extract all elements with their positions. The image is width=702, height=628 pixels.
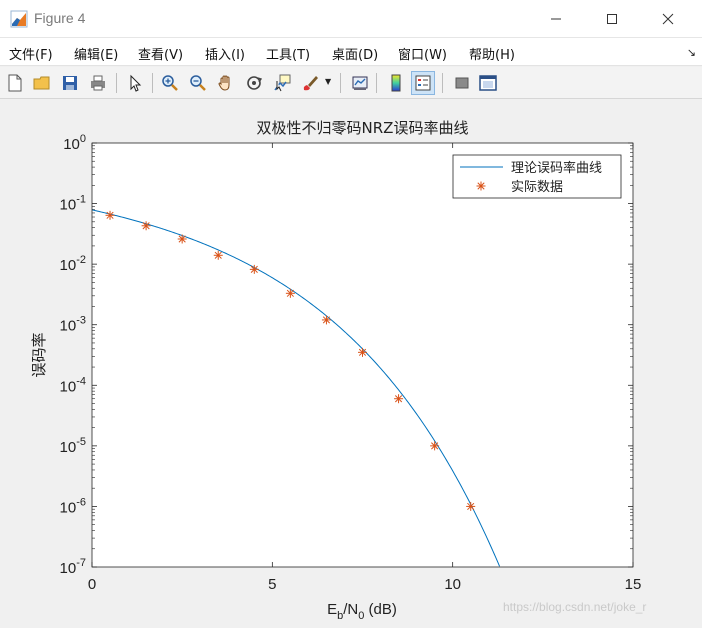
- dock-arrow-icon[interactable]: ↘: [687, 46, 696, 59]
- legend-icon: [415, 75, 431, 91]
- colorbar-icon: [391, 74, 401, 92]
- y-axis-label: 误码率: [30, 332, 48, 377]
- zoom-in-icon: [162, 75, 178, 91]
- measured-data-point: [466, 501, 476, 511]
- menu-edit[interactable]: 编辑(E): [74, 44, 118, 63]
- measured-data-point: [177, 234, 187, 244]
- y-tick-label: 10-1: [60, 194, 86, 214]
- toolbar-separator: [340, 73, 341, 93]
- zoom-in-button[interactable]: [158, 71, 182, 95]
- menu-view[interactable]: 查看(V): [138, 44, 183, 63]
- x-tick-label: 5: [268, 576, 276, 593]
- brush-dropdown-icon[interactable]: ▼: [325, 77, 331, 86]
- chart-title: 双极性不归零码NRZ误码率曲线: [257, 119, 469, 137]
- y-tick-label: 10-7: [60, 557, 86, 577]
- measured-data-point: [321, 315, 331, 325]
- measured-data-point: [249, 264, 259, 274]
- y-tick-label: 10-6: [60, 496, 86, 516]
- open-button[interactable]: [30, 71, 54, 95]
- menu-tools[interactable]: 工具(T): [266, 44, 310, 63]
- close-button[interactable]: [640, 0, 696, 38]
- toolbar-separator: [376, 73, 377, 93]
- new-figure-icon: [8, 74, 22, 92]
- y-tick-label: 10-5: [60, 436, 86, 456]
- minimize-icon: [551, 18, 561, 20]
- brush-button[interactable]: [298, 71, 322, 95]
- y-tick-label: 100: [63, 133, 86, 153]
- measured-data-point: [105, 210, 115, 220]
- window-title: Figure 4: [34, 10, 86, 26]
- rotate-button[interactable]: [242, 71, 266, 95]
- close-icon: [662, 13, 674, 25]
- measured-data-point: [430, 441, 440, 451]
- measured-data-point: [358, 347, 367, 357]
- rotate-3d-icon: [247, 76, 263, 90]
- y-tick-label: 10-4: [60, 375, 86, 395]
- y-tick-label: 10-3: [60, 315, 86, 335]
- menu-desktop[interactable]: 桌面(D): [332, 44, 378, 63]
- figure-canvas[interactable]: 双极性不归零码NRZ误码率曲线 0 5 10 15 10-7 10-6 10-5 10-4 1…: [0, 100, 702, 628]
- pan-hand-icon: [218, 75, 230, 91]
- menu-bar: 文件(F) 编辑(E) 查看(V) 插入(I) 工具(T) 桌面(D) 窗口(W…: [0, 38, 702, 66]
- save-icon: [63, 76, 77, 90]
- menu-insert[interactable]: 插入(I): [205, 44, 245, 63]
- minimize-button[interactable]: [528, 0, 584, 38]
- legend-entry-measured: 实际数据: [511, 180, 563, 195]
- print-icon: [91, 75, 105, 91]
- data-cursor-icon: [274, 74, 291, 92]
- maximize-button[interactable]: [584, 0, 640, 38]
- figure-toolbar: ▼: [0, 67, 702, 99]
- menu-window[interactable]: 窗口(W): [398, 44, 447, 63]
- legend[interactable]: 理论误码率曲线 实际数据: [452, 154, 622, 199]
- window-titlebar: Figure 4: [0, 0, 702, 38]
- insert-colorbar-button[interactable]: [384, 71, 408, 95]
- hide-plot-tools-icon: [455, 77, 469, 89]
- zoom-out-button[interactable]: [186, 71, 210, 95]
- measured-data-point: [213, 250, 223, 260]
- toolbar-separator: [152, 73, 153, 93]
- legend-marker-swatch: [476, 181, 486, 191]
- insert-legend-button[interactable]: [411, 71, 435, 95]
- x-tick-label: 10: [444, 576, 461, 593]
- edit-plot-button[interactable]: [123, 71, 147, 95]
- save-button[interactable]: [58, 71, 82, 95]
- show-plot-tools-icon: [479, 75, 497, 91]
- print-button[interactable]: [86, 71, 110, 95]
- y-tick-label: 10-2: [60, 254, 86, 274]
- legend-asterisk-icon: [476, 181, 486, 191]
- maximize-icon: [607, 14, 617, 24]
- show-plot-tools-button[interactable]: [476, 71, 500, 95]
- measured-data-point: [394, 394, 404, 404]
- brush-icon: [303, 76, 318, 91]
- new-figure-button[interactable]: [3, 71, 27, 95]
- measured-data-point: [285, 288, 295, 298]
- watermark-text: https://blog.csdn.net/joke_r: [503, 600, 647, 614]
- zoom-out-icon: [190, 75, 206, 91]
- x-tick-label: 0: [88, 576, 96, 593]
- open-folder-icon: [33, 76, 50, 90]
- matlab-logo-icon: [10, 10, 28, 28]
- menu-help[interactable]: 帮助(H): [469, 44, 515, 63]
- hide-plot-tools-button[interactable]: [450, 71, 474, 95]
- data-cursor-button[interactable]: [270, 71, 294, 95]
- pointer-icon: [130, 74, 142, 92]
- toolbar-separator: [116, 73, 117, 93]
- legend-entry-theory: 理论误码率曲线: [511, 160, 602, 176]
- menu-file[interactable]: 文件(F): [9, 44, 53, 63]
- x-axis-label: Eb/N0 (dB): [327, 601, 397, 622]
- plot-svg[interactable]: 双极性不归零码NRZ误码率曲线 0 5 10 15 10-7 10-6 10-5 10-4 1…: [0, 100, 702, 628]
- link-plot-icon: [352, 76, 368, 90]
- pan-button[interactable]: [214, 71, 238, 95]
- x-tick-label: 15: [625, 576, 642, 593]
- measured-data-point: [141, 221, 151, 231]
- link-plot-button[interactable]: [348, 71, 372, 95]
- toolbar-separator: [442, 73, 443, 93]
